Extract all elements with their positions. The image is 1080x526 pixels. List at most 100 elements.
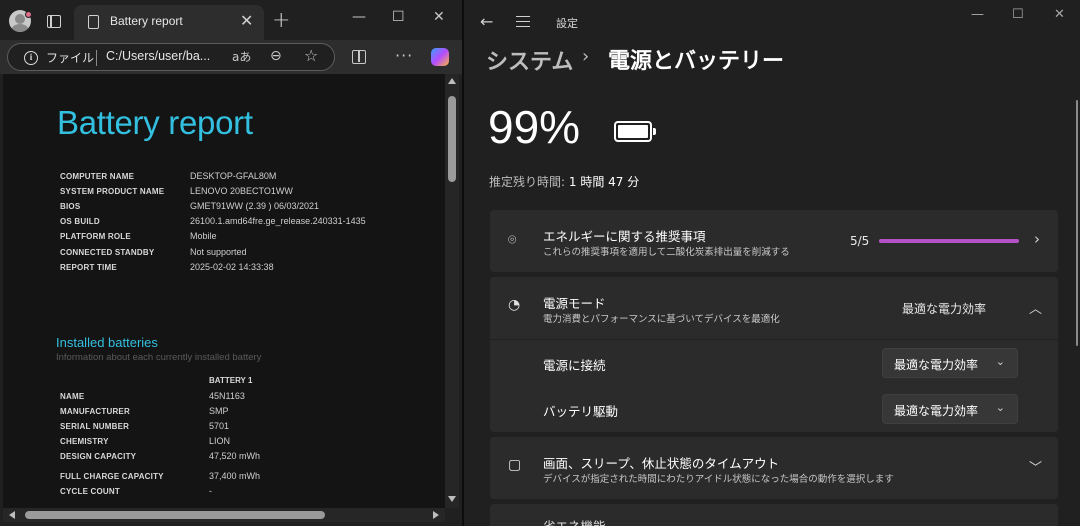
- energy-score: 5/5: [850, 234, 870, 248]
- edge-titlebar: Battery report ✕ + — ☐ ✕: [0, 0, 462, 40]
- installed-batteries-subtitle: Information about each currently install…: [56, 352, 262, 363]
- power-mode-icon: ◔: [508, 297, 521, 313]
- document-icon: [88, 15, 99, 29]
- desktop: Battery report ✕ + — ☐ ✕ i ファイル C:/Users…: [0, 0, 1080, 526]
- vertical-scrollbar[interactable]: [445, 74, 459, 508]
- info-value: DESKTOP-GFAL80M: [190, 171, 277, 181]
- battery-level-fill: [618, 125, 648, 138]
- chevron-down-icon: ⌄: [995, 355, 1005, 368]
- screen-sleep-icon: ▢: [508, 457, 522, 473]
- maximize-icon[interactable]: ☐: [392, 9, 405, 25]
- energy-saver-title: 省エネ機能: [543, 516, 606, 526]
- leaf-icon: ⌾: [508, 232, 517, 248]
- plugged-in-label: 電源に接続: [543, 358, 606, 373]
- scroll-down-icon[interactable]: [448, 496, 456, 502]
- settings-scrollbar[interactable]: [1076, 100, 1078, 346]
- battery-value: SMP: [209, 406, 229, 416]
- tab-actions-icon[interactable]: [47, 15, 61, 28]
- address-bar[interactable]: i ファイル C:/Users/user/ba... aあ ⊖ ☆: [7, 43, 335, 71]
- settings-window: ← 設定 — ☐ ✕ システム › 電源とバッテリー 99% 推定残り時間: 1…: [464, 0, 1080, 526]
- screen-sleep-title: 画面、スリープ、休止状態のタイムアウト: [543, 456, 780, 471]
- scroll-right-icon[interactable]: [433, 511, 439, 519]
- profile-notification-icon: [25, 11, 32, 18]
- info-key: PLATFORM ROLE: [60, 232, 131, 241]
- scroll-left-icon[interactable]: [9, 511, 15, 519]
- energy-title: エネルギーに関する推奨事項: [543, 229, 706, 244]
- battery-key: FULL CHARGE CAPACITY: [60, 472, 164, 481]
- url-text[interactable]: C:/Users/user/ba...: [106, 49, 210, 63]
- horizontal-scrollbar[interactable]: [3, 508, 445, 522]
- close-icon[interactable]: ✕: [1054, 7, 1065, 22]
- favorite-star-icon[interactable]: ☆: [304, 46, 318, 65]
- copilot-icon[interactable]: [431, 48, 449, 66]
- vertical-scroll-thumb[interactable]: [448, 96, 456, 182]
- breadcrumb-separator: ›: [582, 46, 590, 67]
- on-battery-dropdown[interactable]: 最適な電力効率 ⌄: [882, 394, 1018, 424]
- on-battery-label: バッテリ駆動: [543, 404, 619, 419]
- battery-key: CYCLE COUNT: [60, 487, 120, 496]
- info-value: LENOVO 20BECTO1WW: [190, 186, 293, 196]
- chevron-down-icon[interactable]: ﹀: [1029, 457, 1042, 476]
- battery-key: SERIAL NUMBER: [60, 422, 130, 431]
- info-icon[interactable]: i: [24, 51, 38, 65]
- address-toolbar: i ファイル C:/Users/user/ba... aあ ⊖ ☆ ···: [0, 40, 462, 74]
- breadcrumb-system[interactable]: システム: [486, 44, 573, 76]
- info-key: REPORT TIME: [60, 263, 117, 272]
- chevron-up-icon[interactable]: ︿: [1029, 298, 1042, 317]
- energy-subtitle: これらの推奨事項を適用して二酸化炭素排出量を削減する: [543, 247, 790, 258]
- battery-key: MANUFACTURER: [60, 407, 130, 416]
- new-tab-icon[interactable]: +: [272, 8, 290, 33]
- battery-key: DESIGN CAPACITY: [60, 452, 137, 461]
- info-key: CONNECTED STANDBY: [60, 248, 155, 257]
- address-separator: [96, 50, 97, 66]
- energy-score-bar: [879, 239, 1019, 243]
- info-value: Not supported: [190, 247, 247, 257]
- installed-batteries-heading: Installed batteries: [56, 335, 158, 350]
- battery-key: CHEMISTRY: [60, 437, 109, 446]
- tab-battery-report[interactable]: Battery report ✕: [74, 5, 264, 40]
- plugged-in-dropdown[interactable]: 最適な電力効率 ⌄: [882, 348, 1018, 378]
- battery-key: NAME: [60, 392, 85, 401]
- remaining-time-label: 推定残り時間:: [489, 175, 566, 189]
- minimize-icon[interactable]: —: [971, 7, 984, 22]
- battery-value: 47,520 mWh: [209, 451, 261, 461]
- info-value: GMET91WW (2.39 ) 06/03/2021: [190, 201, 320, 211]
- report-title: Battery report: [57, 104, 253, 141]
- power-mode-value: 最適な電力効率: [902, 302, 987, 316]
- file-scheme-label: ファイル: [46, 51, 95, 65]
- remaining-time: 推定残り時間: 1 時間 47 分: [489, 173, 639, 190]
- battery-percentage: 99%: [488, 101, 581, 153]
- battery-icon: [614, 121, 656, 142]
- more-options-icon[interactable]: ···: [395, 46, 413, 65]
- battery-column-header: BATTERY 1: [209, 376, 253, 385]
- chevron-right-icon: ›: [1034, 230, 1040, 248]
- tab-close-icon[interactable]: ✕: [240, 11, 253, 30]
- chevron-down-icon: ⌄: [995, 401, 1005, 414]
- horizontal-scroll-thumb[interactable]: [25, 511, 325, 519]
- battery-value: 5701: [209, 421, 230, 431]
- info-key: BIOS: [60, 202, 81, 211]
- minimize-icon[interactable]: —: [352, 9, 366, 25]
- zoom-icon[interactable]: ⊖: [270, 48, 282, 64]
- energy-recommendations-card[interactable]: ⌾ エネルギーに関する推奨事項 これらの推奨事項を適用して二酸化炭素排出量を削減…: [490, 210, 1058, 272]
- screen-sleep-card[interactable]: ▢ 画面、スリープ、休止状態のタイムアウト デバイスが指定された時間にわたりアイ…: [490, 437, 1058, 499]
- read-aloud-icon[interactable]: aあ: [232, 48, 251, 65]
- screen-sleep-subtitle: デバイスが指定された時間にわたりアイドル状態になった場合の動作を選択します: [543, 474, 894, 485]
- edge-window: Battery report ✕ + — ☐ ✕ i ファイル C:/Users…: [0, 0, 462, 526]
- battery-value: 37,400 mWh: [209, 471, 261, 481]
- on-battery-value: 最適な電力効率: [894, 404, 979, 418]
- maximize-icon[interactable]: ☐: [1012, 7, 1024, 22]
- info-value: Mobile: [190, 231, 217, 241]
- hamburger-menu-icon[interactable]: [516, 16, 530, 27]
- info-value: 26100.1.amd64fre.ge_release.240331-1435: [190, 216, 366, 226]
- battery-report-page: Battery report COMPUTER NAME DESKTOP-GFA…: [3, 74, 445, 508]
- tab-title: Battery report: [110, 14, 183, 28]
- info-value: 2025-02-02 14:33:38: [190, 262, 274, 272]
- power-mode-title: 電源モード: [543, 296, 606, 311]
- energy-saver-card[interactable]: 省エネ機能: [490, 504, 1058, 526]
- back-arrow-icon[interactable]: ←: [480, 12, 493, 31]
- scroll-up-icon[interactable]: [448, 78, 456, 84]
- close-icon[interactable]: ✕: [433, 9, 445, 25]
- remaining-time-value: 1 時間 47 分: [568, 175, 640, 189]
- split-screen-icon[interactable]: [352, 50, 366, 64]
